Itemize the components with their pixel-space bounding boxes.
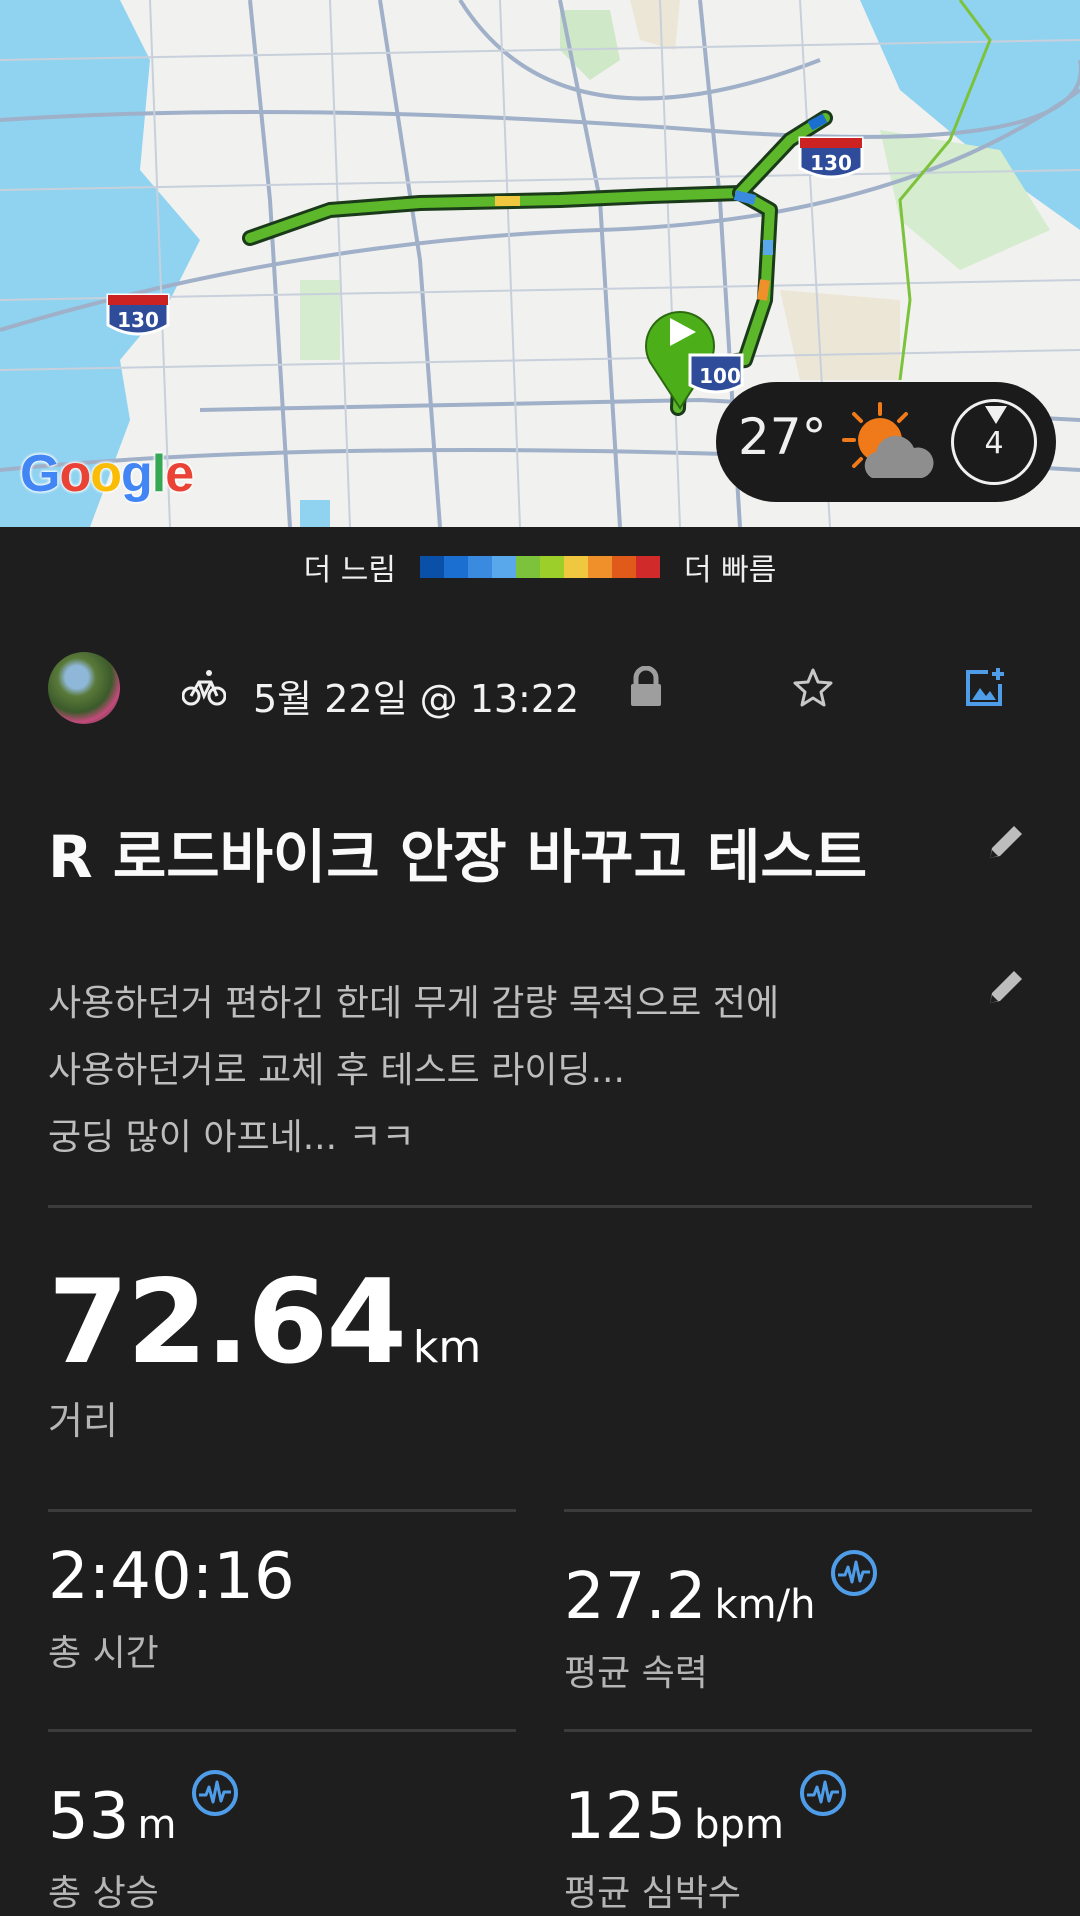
- highway-shield-label: 130: [117, 308, 159, 332]
- legend-swatch: [588, 556, 612, 578]
- highway-shield-label: 100: [699, 364, 741, 388]
- highway-shield: 130: [106, 293, 170, 336]
- legend-swatch: [492, 556, 516, 578]
- highway-shield: 100: [688, 353, 744, 394]
- map-sand: [780, 290, 900, 380]
- activity-description: 사용하던거 편하긴 한데 무게 감량 목적으로 전에 사용하던거로 교체 후 테…: [48, 970, 948, 1171]
- distance-unit: km: [412, 1322, 482, 1373]
- legend-swatch: [612, 556, 636, 578]
- legend-swatch: [444, 556, 468, 578]
- google-logo: Google: [20, 445, 194, 503]
- divider: [48, 1729, 516, 1732]
- legend-swatch: [468, 556, 492, 578]
- star-icon[interactable]: [792, 666, 834, 712]
- avg-speed-value: 27.2: [564, 1560, 707, 1634]
- activity-title: R 로드바이크 안장 바꾸고 테스트: [48, 823, 868, 891]
- legend-swatch: [636, 556, 660, 578]
- total-ascent-unit: m: [137, 1802, 177, 1848]
- activity-meta-row: 5월 22일 @ 13:22: [48, 652, 1032, 724]
- divider: [564, 1729, 1032, 1732]
- map-water-lake: [300, 500, 330, 527]
- weather-widget[interactable]: 27° 4: [716, 382, 1056, 502]
- bicycle-icon: [181, 668, 227, 712]
- legend-color-bar: [420, 556, 660, 578]
- map-sand: [630, 0, 680, 50]
- legend-swatch: [516, 556, 540, 578]
- route-map[interactable]: 130 130 100 Google 27° 4: [0, 0, 1080, 527]
- avg-heart-rate-value: 125: [564, 1780, 687, 1854]
- avg-heart-rate-unit: bpm: [694, 1802, 784, 1848]
- description-line: 궁딩 많이 아프네... ㅋㅋ: [48, 1117, 415, 1158]
- heart-rate-chart-icon[interactable]: [798, 1760, 848, 1834]
- description-line: 사용하던거 편하긴 한데 무게 감량 목적으로 전에: [48, 983, 780, 1024]
- distance-label: 거리: [48, 1399, 118, 1443]
- legend-faster-label: 더 빠름: [684, 553, 777, 588]
- total-time-label: 총 시간: [48, 1633, 159, 1674]
- heart-rate-chart-icon[interactable]: [829, 1540, 879, 1614]
- wind-compass-icon: 4: [951, 399, 1037, 485]
- elevation-chart-icon[interactable]: [190, 1760, 240, 1834]
- edit-description-pencil-icon[interactable]: [984, 965, 1028, 1013]
- map-park: [300, 280, 340, 360]
- add-photo-icon[interactable]: [962, 666, 1006, 714]
- total-time-value: 2:40:16: [48, 1540, 295, 1614]
- lock-icon[interactable]: [628, 665, 664, 712]
- speed-legend: 더 느림 더 빠름: [0, 527, 1080, 607]
- avg-speed-stat: 27.2 km/h 평균 속력: [564, 1540, 1034, 1696]
- legend-swatch: [420, 556, 444, 578]
- total-ascent-value: 53: [48, 1780, 130, 1854]
- total-ascent-stat: 53 m 총 상승: [48, 1760, 518, 1916]
- divider: [48, 1205, 1032, 1208]
- avatar[interactable]: [48, 652, 120, 724]
- total-ascent-label: 총 상승: [48, 1873, 159, 1914]
- legend-slower-label: 더 느림: [303, 553, 396, 588]
- divider: [48, 1509, 516, 1512]
- total-time-stat: 2:40:16 총 시간: [48, 1540, 518, 1676]
- distance-value: 72.64: [48, 1255, 407, 1390]
- avg-speed-label: 평균 속력: [564, 1653, 708, 1694]
- divider: [564, 1509, 1032, 1512]
- description-line: 사용하던거로 교체 후 테스트 라이딩...: [48, 1050, 625, 1091]
- distance-stat: 72.64 km: [48, 1255, 481, 1390]
- avg-heart-rate-stat: 125 bpm 평균 심박수: [564, 1760, 1034, 1916]
- wind-direction-needle: [985, 406, 1007, 424]
- temperature: 27°: [738, 408, 827, 466]
- highway-shield-label: 130: [810, 151, 852, 175]
- edit-title-pencil-icon[interactable]: [984, 820, 1028, 868]
- activity-date: 5월 22일 @ 13:22: [253, 677, 580, 721]
- highway-shield: 130: [798, 136, 864, 179]
- legend-swatch: [564, 556, 588, 578]
- wind-level: 4: [984, 426, 1004, 461]
- avg-speed-unit: km/h: [714, 1582, 816, 1628]
- avg-heart-rate-label: 평균 심박수: [564, 1873, 742, 1914]
- legend-swatch: [540, 556, 564, 578]
